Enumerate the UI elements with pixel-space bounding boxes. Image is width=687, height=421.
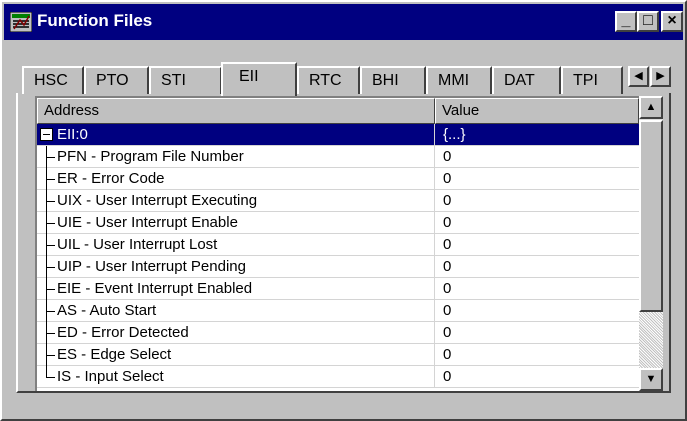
address-label: UIP - User Interrupt Pending [57,258,246,275]
address-label: EIE - Event Interrupt Enabled [57,280,253,297]
table-row[interactable]: UIP - User Interrupt Pending 0 [37,256,639,278]
table-row[interactable]: UIL - User Interrupt Lost 0 [37,234,639,256]
tab-rtc[interactable]: RTC [297,66,360,94]
address-label: ED - Error Detected [57,324,189,341]
function-files-app-icon [9,11,33,33]
scroll-thumb[interactable] [639,120,663,312]
scroll-down-button[interactable]: ▼ [639,368,663,391]
close-icon: × [667,12,677,29]
close-button[interactable]: × [661,11,683,32]
address-label: ER - Error Code [57,170,165,187]
tab-mmi[interactable]: MMI [426,66,492,94]
address-label: AS - Auto Start [57,302,157,319]
value-cell[interactable]: 0 [443,168,451,189]
maximize-button[interactable]: □ [637,11,659,32]
data-grid[interactable]: Address Value EII:0 {...} PFN - Program … [35,96,639,391]
tab-tpi[interactable]: TPI [561,66,623,94]
scroll-up-button[interactable]: ▲ [639,96,663,119]
value-cell[interactable]: 0 [443,300,451,321]
minimize-icon: _ [621,12,631,29]
value-cell[interactable]: 0 [443,146,451,167]
address-cell: ES - Edge Select [37,344,435,366]
address-label: PFN - Program File Number [57,148,244,165]
tree-connector-branch [46,289,55,290]
column-header-value[interactable]: Value [435,98,639,124]
table-row[interactable]: ED - Error Detected 0 [37,322,639,344]
tab-bhi[interactable]: BHI [360,66,426,94]
arrow-right-icon: ▶ [656,70,665,82]
table-row[interactable]: UIE - User Interrupt Enable 0 [37,212,639,234]
tree-connector-branch [46,201,55,202]
address-cell: ER - Error Code [37,168,435,190]
value-cell[interactable]: 0 [443,366,451,387]
tab-eii[interactable]: EII [221,62,297,96]
address-cell: EIE - Event Interrupt Enabled [37,278,435,300]
address-label: ES - Edge Select [57,346,172,363]
tab-scroll-right-button[interactable]: ▶ [650,66,671,87]
value-cell[interactable]: 0 [443,190,451,211]
tree-connector-branch [46,267,55,268]
tree-connector-branch [46,223,55,224]
window-title: Function Files [37,11,153,30]
table-row[interactable]: ES - Edge Select 0 [37,344,639,366]
address-cell: UIE - User Interrupt Enable [37,212,435,234]
value-cell[interactable]: 0 [443,212,451,233]
address-cell: UIL - User Interrupt Lost [37,234,435,256]
collapse-minus-icon[interactable] [40,128,53,141]
column-header-address[interactable]: Address [37,98,435,124]
tree-connector-branch [46,377,55,378]
tree-connector-branch [46,179,55,180]
tree-connector-branch [46,157,55,158]
arrow-left-icon: ◀ [634,70,643,82]
tree-connector-branch [46,245,55,246]
address-label: IS - Input Select [57,368,164,385]
arrow-down-icon: ▼ [645,373,657,385]
tab-hsc[interactable]: HSC [22,66,84,94]
table-row[interactable]: PFN - Program File Number 0 [37,146,639,168]
address-cell: PFN - Program File Number [37,146,435,168]
address-cell: UIP - User Interrupt Pending [37,256,435,278]
table-row[interactable]: UIX - User Interrupt Executing 0 [37,190,639,212]
tab-pto[interactable]: PTO [84,66,149,94]
table-row[interactable]: IS - Input Select 0 [37,366,639,388]
tab-strip: HSC PTO STI EII RTC BHI MMI DAT TPI ◀ ▶ [2,62,685,96]
arrow-up-icon: ▲ [645,101,657,113]
address-cell: ED - Error Detected [37,322,435,344]
table-row[interactable]: ER - Error Code 0 [37,168,639,190]
table-row[interactable]: AS - Auto Start 0 [37,300,639,322]
value-cell[interactable]: 0 [443,322,451,343]
value-cell[interactable]: 0 [443,256,451,277]
table-row-eii-0[interactable]: EII:0 {...} [37,124,639,146]
title-bar[interactable]: Function Files _ □ × [4,4,683,40]
value-cell[interactable]: 0 [443,278,451,299]
address-label: UIL - User Interrupt Lost [57,236,218,253]
address-label: UIE - User Interrupt Enable [57,214,238,231]
minimize-button[interactable]: _ [615,11,637,32]
value-cell[interactable]: {...} [443,124,466,145]
tab-dat[interactable]: DAT [492,66,561,94]
table-row[interactable]: EIE - Event Interrupt Enabled 0 [37,278,639,300]
address-cell: EII:0 [37,124,435,146]
address-cell: AS - Auto Start [37,300,435,322]
address-cell: UIX - User Interrupt Executing [37,190,435,212]
function-files-window: Function Files _ □ × HSC PTO STI EII RTC… [0,0,687,421]
address-label: UIX - User Interrupt Executing [57,192,258,209]
maximize-icon: □ [643,12,653,29]
address-cell: IS - Input Select [37,366,435,388]
value-cell[interactable]: 0 [443,344,451,365]
tab-scroll-left-button[interactable]: ◀ [628,66,649,87]
tree-connector-branch [46,311,55,312]
scroll-track[interactable] [639,312,663,368]
tree-connector-branch [46,355,55,356]
tab-sti[interactable]: STI [149,66,222,94]
address-label: EII:0 [57,126,88,143]
value-cell[interactable]: 0 [443,234,451,255]
tree-connector-branch [46,333,55,334]
vertical-scrollbar[interactable]: ▲ ▼ [639,96,663,391]
